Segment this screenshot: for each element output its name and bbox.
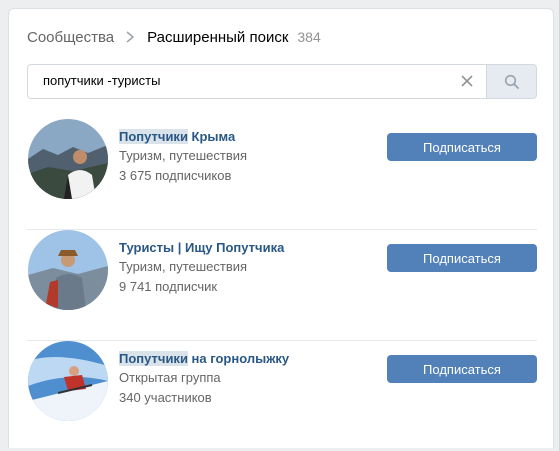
community-name-link[interactable]: Туристы | Ищу Попутчика [119,238,284,257]
results-count: 384 [297,29,321,45]
list-item: Попутчики Крыма Туризм, путешествия 3 67… [27,119,537,230]
search-panel: Сообщества Расширенный поиск 384 попутчи… [8,8,554,448]
members-count: 3 675 подписчиков [119,168,232,183]
clear-icon[interactable] [460,74,474,88]
members-count: 9 741 подписчик [119,279,218,294]
community-name-link[interactable]: Попутчики на горнолыжку [119,349,289,368]
name-rest: Крыма [187,129,236,144]
page-title: Расширенный поиск [147,28,289,46]
avatar[interactable] [28,119,108,199]
members-count: 340 участников [119,390,212,405]
avatar-image [28,230,108,310]
breadcrumb: Сообщества Расширенный поиск 384 [27,26,321,48]
community-category: Туризм, путешествия [119,259,248,274]
avatar-image [28,341,108,421]
name-rest: на горнолыжку [187,351,290,366]
community-category: Туризм, путешествия [119,148,248,163]
breadcrumb-communities-link[interactable]: Сообщества [27,29,114,46]
result-info: Попутчики на горнолыжку Открытая группа … [119,349,289,408]
chevron-right-icon [126,31,135,43]
search-button[interactable] [486,64,537,99]
avatar-image [28,119,108,199]
community-category: Открытая группа [119,370,221,385]
name-highlight: Попутчики [119,129,188,144]
list-item: Туристы | Ищу Попутчика Туризм, путешест… [27,230,537,341]
name-rest: Туристы | Ищу Попутчика [119,240,285,255]
avatar[interactable] [28,230,108,310]
search-icon [504,74,519,89]
avatar[interactable] [28,341,108,421]
list-item: Попутчики на горнолыжку Открытая группа … [27,341,537,451]
search-input[interactable] [43,73,443,88]
subscribe-button[interactable]: Подписаться [387,355,537,383]
result-info: Туристы | Ищу Попутчика Туризм, путешест… [119,238,284,297]
search-field[interactable] [27,64,486,99]
result-info: Попутчики Крыма Туризм, путешествия 3 67… [119,127,247,186]
subscribe-button[interactable]: Подписаться [387,133,537,161]
search-bar [27,64,537,99]
community-name-link[interactable]: Попутчики Крыма [119,127,247,146]
subscribe-button[interactable]: Подписаться [387,244,537,272]
name-highlight: Попутчики [119,351,188,366]
